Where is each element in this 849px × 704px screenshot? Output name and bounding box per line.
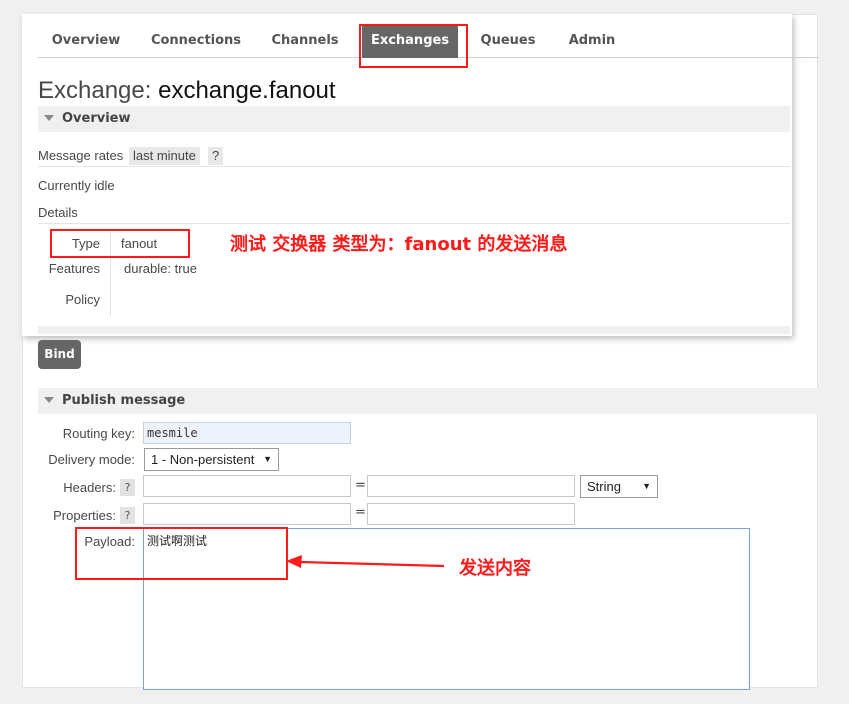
- feature-value: true: [174, 261, 198, 276]
- overview-section-header[interactable]: Overview: [38, 106, 790, 132]
- headers-help-icon[interactable]: ?: [120, 479, 135, 496]
- properties-label: Properties:: [53, 508, 116, 523]
- message-rates-label: Message rates: [38, 148, 124, 163]
- chevron-down-icon: ▼: [642, 481, 651, 491]
- collapse-triangle-icon: [44, 115, 54, 121]
- features-label: Features: [48, 261, 100, 276]
- page-title: Exchange: exchange.fanout: [38, 77, 336, 105]
- section-footer: [38, 326, 790, 334]
- annotation-payload-note: 发送内容: [459, 558, 531, 579]
- annotation-box-type: [50, 229, 190, 258]
- header-type-value: String: [587, 479, 621, 494]
- property-key-input[interactable]: [143, 503, 351, 525]
- arrow-icon: [286, 555, 445, 568]
- title-prefix: Exchange:: [38, 77, 152, 104]
- policy-label: Policy: [65, 292, 100, 307]
- divider: [38, 223, 790, 224]
- header-type-select[interactable]: String ▼: [580, 475, 658, 498]
- features-value: durable: true: [124, 261, 197, 276]
- annotation-box-exchanges-tab: [359, 24, 468, 68]
- publish-section-header[interactable]: Publish message: [38, 388, 818, 414]
- divider: [38, 166, 790, 167]
- properties-help-icon[interactable]: ?: [120, 507, 135, 524]
- tab-channels[interactable]: Channels: [262, 24, 348, 58]
- feature-key: durable:: [124, 261, 171, 276]
- equals-sign: =: [355, 478, 366, 493]
- routing-key-input[interactable]: mesmile: [143, 422, 351, 444]
- tab-queues[interactable]: Queues: [470, 24, 546, 58]
- idle-status: Currently idle: [38, 178, 115, 193]
- property-value-input[interactable]: [367, 503, 575, 525]
- tab-connections[interactable]: Connections: [144, 24, 248, 58]
- details-label: Details: [38, 205, 78, 220]
- delivery-mode-select[interactable]: 1 - Non-persistent ▼: [144, 448, 279, 471]
- tab-overview[interactable]: Overview: [38, 24, 134, 58]
- bind-button[interactable]: Bind: [38, 340, 81, 369]
- delivery-mode-label: Delivery mode:: [48, 452, 135, 467]
- message-rates-period[interactable]: last minute: [129, 147, 200, 165]
- exchange-name: exchange.fanout: [158, 77, 336, 104]
- help-icon[interactable]: ?: [208, 147, 224, 165]
- header-value-input[interactable]: [367, 475, 575, 497]
- overview-heading: Overview: [62, 111, 131, 126]
- tab-admin[interactable]: Admin: [558, 24, 626, 58]
- delivery-mode-value: 1 - Non-persistent: [151, 452, 255, 467]
- routing-key-label: Routing key:: [62, 426, 135, 441]
- equals-sign: =: [355, 505, 366, 520]
- header-key-input[interactable]: [143, 475, 351, 497]
- chevron-down-icon: ▼: [263, 454, 272, 464]
- annotation-box-payload: [75, 527, 288, 580]
- publish-heading: Publish message: [62, 393, 186, 408]
- headers-label: Headers:: [63, 480, 116, 495]
- collapse-triangle-icon: [44, 397, 54, 403]
- annotation-type-note: 测试 交换器 类型为：fanout 的发送消息: [230, 234, 568, 255]
